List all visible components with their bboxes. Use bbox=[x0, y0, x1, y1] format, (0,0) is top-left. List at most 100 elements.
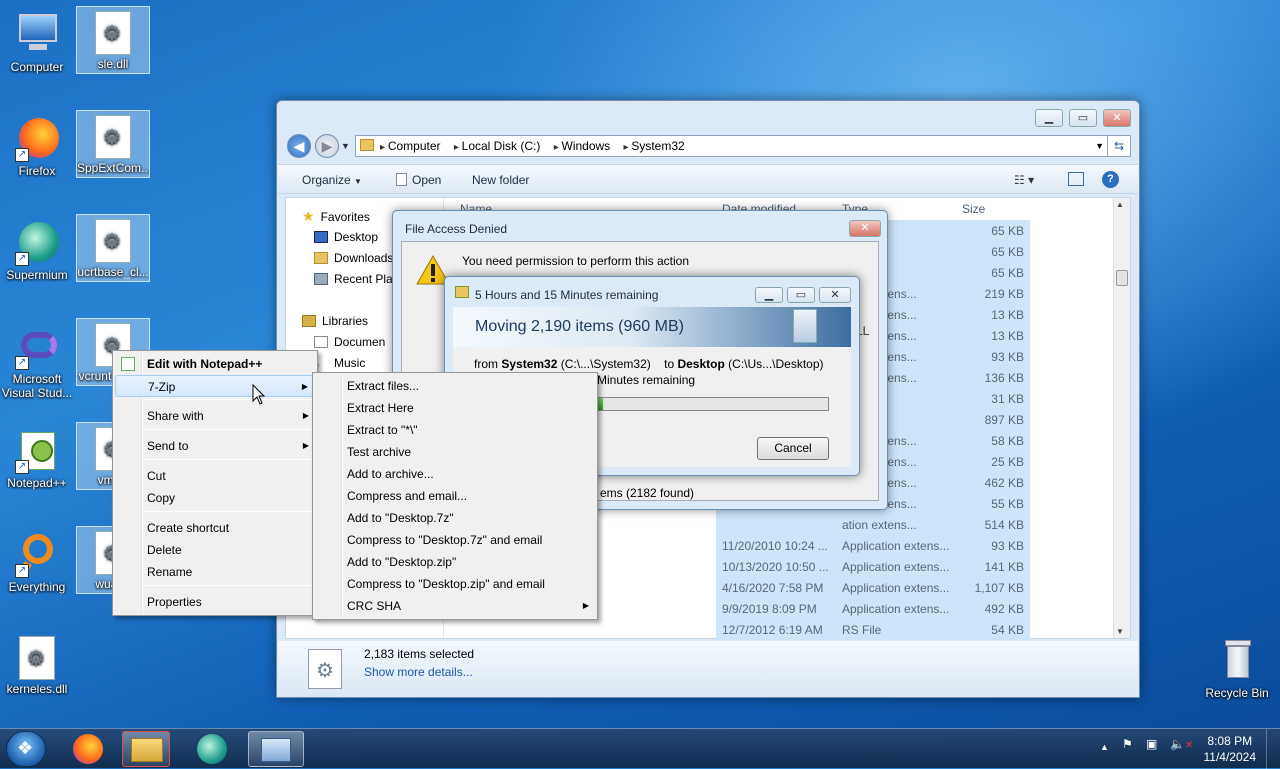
from-folder[interactable]: System32 bbox=[501, 357, 557, 371]
menu-delete[interactable]: Delete bbox=[115, 539, 315, 561]
breadcrumb-local-disk[interactable]: Local Disk (C:) bbox=[454, 139, 541, 153]
address-dropdown-icon[interactable]: ▼ bbox=[1095, 136, 1104, 156]
menu-send-to[interactable]: Send to ▶ bbox=[115, 435, 315, 457]
star-icon: ★ bbox=[302, 208, 315, 224]
row-size: 93 KB bbox=[991, 539, 1024, 553]
start-button[interactable]: ❖ bbox=[6, 731, 46, 767]
scrollbar-thumb[interactable] bbox=[1116, 270, 1128, 286]
table-row[interactable]: ation extens... 514 KB bbox=[716, 514, 1030, 535]
menu-create-shortcut[interactable]: Create shortcut bbox=[115, 517, 315, 539]
desktop-icon-visual-studio[interactable]: ↗ Microsoft Visual Stud... bbox=[0, 318, 74, 402]
desktop-icon-ucrtbase[interactable]: ucrtbase_cl... bbox=[76, 214, 150, 282]
menu-edit-notepadpp[interactable]: Edit with Notepad++ bbox=[115, 353, 315, 375]
sevenzip-menu-item[interactable]: Compress to "Desktop.7z" and email bbox=[315, 529, 595, 551]
column-header-size[interactable]: Size bbox=[962, 202, 985, 216]
sevenzip-menu-item[interactable]: Compress to "Desktop.zip" and email bbox=[315, 573, 595, 595]
progress-maximize-button[interactable]: ▭ bbox=[787, 287, 815, 303]
desktop-icon-everything[interactable]: ↗ Everything bbox=[0, 526, 74, 596]
sevenzip-menu-item[interactable]: Add to archive... bbox=[315, 463, 595, 485]
row-type: Application extens... bbox=[842, 560, 950, 574]
row-size: 141 KB bbox=[984, 560, 1024, 574]
desktop-icon-notepadpp[interactable]: ↗ Notepad++ bbox=[0, 422, 74, 492]
breadcrumb-windows[interactable]: Windows bbox=[554, 139, 611, 153]
desktop-icon-kerneles-dll[interactable]: kerneles.dll bbox=[0, 632, 74, 698]
desktop-icon-firefox[interactable]: ↗ Firefox bbox=[0, 110, 74, 180]
sevenzip-submenu: Extract files... Extract Here Extract to "… bbox=[312, 372, 598, 620]
scroll-down-icon[interactable]: ▼ bbox=[1116, 627, 1124, 636]
menu-copy[interactable]: Copy bbox=[115, 487, 315, 509]
taskbar-file-operation[interactable] bbox=[248, 731, 304, 767]
table-row[interactable]: 4/16/2020 7:58 PM Application extens... 1,… bbox=[716, 577, 1030, 598]
nav-desktop[interactable]: Desktop bbox=[314, 230, 378, 244]
menu-cut[interactable]: Cut bbox=[115, 465, 315, 487]
desktop-icon-sppextcom[interactable]: SppExtCom... bbox=[76, 110, 150, 178]
scroll-up-icon[interactable]: ▲ bbox=[1116, 200, 1124, 209]
organize-button[interactable]: Organize ▼ bbox=[302, 173, 362, 187]
show-desktop-button[interactable] bbox=[1266, 729, 1280, 769]
vertical-scrollbar[interactable]: ▲ ▼ bbox=[1113, 198, 1130, 638]
explorer-folder-icon bbox=[131, 738, 163, 762]
progress-close-button[interactable]: ✕ bbox=[819, 287, 851, 303]
taskbar-explorer[interactable] bbox=[122, 731, 170, 767]
nav-favorites[interactable]: ★ Favorites bbox=[302, 208, 370, 225]
table-row[interactable]: 11/20/2010 10:24 ... Application extens..… bbox=[716, 535, 1030, 556]
taskbar-firefox[interactable] bbox=[64, 731, 112, 767]
dialog-close-button[interactable]: ✕ bbox=[849, 220, 881, 237]
desktop-icon-computer[interactable]: Computer bbox=[0, 6, 74, 76]
details-pane: ⚙ 2,183 items selected Show more details… bbox=[278, 641, 1138, 697]
menu-share-with[interactable]: Share with ▶ bbox=[115, 405, 315, 427]
taskbar-supermium[interactable] bbox=[188, 731, 236, 767]
breadcrumb-computer[interactable]: Computer bbox=[380, 139, 441, 153]
open-button[interactable]: Open bbox=[396, 173, 441, 187]
help-icon[interactable]: ? bbox=[1102, 171, 1119, 188]
everything-search-icon: ↗ bbox=[13, 530, 61, 578]
clock[interactable]: 8:08 PM 11/4/2024 bbox=[1204, 733, 1257, 765]
nav-recent-places[interactable]: Recent Plac bbox=[314, 272, 399, 286]
sevenzip-menu-item[interactable]: Extract Here bbox=[315, 397, 595, 419]
sevenzip-menu-item[interactable]: Add to "Desktop.zip" bbox=[315, 551, 595, 573]
menu-properties[interactable]: Properties bbox=[115, 591, 315, 613]
menu-7zip[interactable]: 7-Zip ▶ bbox=[115, 375, 315, 397]
sevenzip-menu-item[interactable]: Extract files... bbox=[315, 375, 595, 397]
table-row[interactable]: 9/9/2019 8:09 PM Application extens... 492… bbox=[716, 598, 1030, 619]
maximize-button[interactable]: ▭ bbox=[1069, 109, 1097, 127]
refresh-icon[interactable]: ⇆ bbox=[1107, 135, 1131, 157]
dll-file-icon bbox=[95, 219, 131, 263]
table-row[interactable]: 12/7/2012 6:19 AM RS File 54 KB bbox=[716, 619, 1030, 640]
preview-pane-icon[interactable] bbox=[1068, 172, 1084, 186]
nav-libraries[interactable]: Libraries bbox=[302, 314, 368, 328]
sevenzip-menu-item[interactable]: Add to "Desktop.7z" bbox=[315, 507, 595, 529]
from-to-line: from System32 (C:\...\System32) to Deskt… bbox=[474, 357, 824, 371]
new-folder-button[interactable]: New folder bbox=[472, 173, 529, 187]
nav-music[interactable]: ♪Music bbox=[314, 356, 365, 372]
desktop-icon-recycle-bin[interactable]: Recycle Bin bbox=[1200, 632, 1274, 702]
firefox-icon: ↗ bbox=[13, 114, 61, 162]
address-bar[interactable]: Computer Local Disk (C:) Windows System3… bbox=[355, 135, 1111, 157]
close-button[interactable]: ✕ bbox=[1103, 109, 1131, 127]
action-center-flag-icon[interactable]: ⚑ bbox=[1122, 737, 1133, 751]
cancel-button[interactable]: Cancel bbox=[757, 437, 829, 460]
network-icon[interactable]: ▣ bbox=[1146, 737, 1157, 751]
sevenzip-menu-item[interactable]: Extract to "*\" bbox=[315, 419, 595, 441]
sevenzip-menu-item[interactable]: Test archive bbox=[315, 441, 595, 463]
progress-minimize-button[interactable]: ▁ bbox=[755, 287, 783, 303]
table-row[interactable]: 10/13/2020 10:50 ... Application extens..… bbox=[716, 556, 1030, 577]
show-more-details-link[interactable]: Show more details... bbox=[364, 665, 473, 679]
minimize-button[interactable]: ▁ bbox=[1035, 109, 1063, 127]
nav-documents[interactable]: Documen bbox=[314, 335, 385, 349]
tray-expand-icon[interactable]: ▲ bbox=[1100, 742, 1109, 752]
back-button[interactable]: ◀ bbox=[287, 134, 311, 158]
view-options-icon[interactable]: ☷ ▾ bbox=[1014, 173, 1034, 187]
volume-muted-icon[interactable]: 🔈✕ bbox=[1170, 737, 1193, 751]
desktop-icon-supermium[interactable]: ↗ Supermium bbox=[0, 214, 74, 284]
sevenzip-menu-item[interactable]: CRC SHA ▶ bbox=[315, 595, 595, 617]
row-size: 54 KB bbox=[991, 623, 1024, 637]
forward-button[interactable]: ▶ bbox=[315, 134, 339, 158]
menu-rename[interactable]: Rename bbox=[115, 561, 315, 583]
nav-downloads[interactable]: Downloads bbox=[314, 251, 393, 265]
sevenzip-menu-item[interactable]: Compress and email... bbox=[315, 485, 595, 507]
recent-pages-chevron-icon[interactable]: ▼ bbox=[341, 141, 350, 151]
to-folder[interactable]: Desktop bbox=[677, 357, 724, 371]
desktop-icon-sle-dll[interactable]: sle.dll bbox=[76, 6, 150, 74]
breadcrumb-system32[interactable]: System32 bbox=[624, 139, 685, 153]
